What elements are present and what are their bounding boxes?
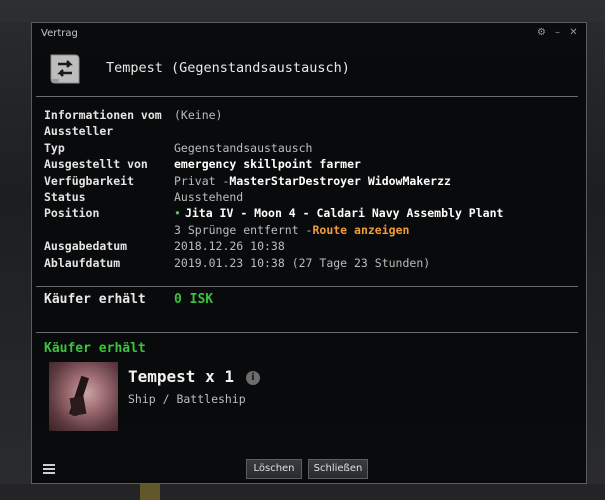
info-row: Informationen vom (Keine): [44, 107, 503, 123]
background-strip: [0, 0, 605, 22]
assignee-link[interactable]: MasterStarDestroyer WidowMakerzz: [229, 173, 451, 189]
contract-exchange-icon: [50, 54, 80, 84]
background-strip: [0, 484, 605, 500]
items-heading: Käufer erhält: [44, 341, 146, 356]
info-row: Ausgabedatum 2018.12.26 10:38: [44, 238, 503, 254]
divider: [36, 96, 578, 97]
delete-button[interactable]: Löschen: [246, 459, 302, 479]
info-row: Position • Jita IV - Moon 4 - Caldari Na…: [44, 205, 503, 221]
info-row: Ablaufdatum 2019.01.23 10:38 (27 Tage 23…: [44, 255, 503, 271]
info-value: Gegenstandsaustausch: [174, 140, 313, 155]
title-bar[interactable]: Vertrag ⚙ – ✕: [32, 23, 586, 45]
info-label: Ausgabedatum: [44, 239, 128, 254]
ship-thumbnail[interactable]: [49, 362, 118, 431]
availability-prefix: Privat -: [174, 173, 230, 188]
info-label: [44, 222, 174, 238]
menu-icon[interactable]: [43, 464, 55, 476]
info-row: Typ Gegenstandsaustausch: [44, 140, 503, 156]
info-label: Verfügbarkeit: [44, 173, 135, 188]
jumps-text: 3 Sprünge entfernt -: [174, 222, 313, 237]
ship-image-shape: [69, 395, 87, 417]
info-label: Aussteller: [44, 124, 114, 139]
background-strip: [140, 484, 160, 500]
info-value: 2018.12.26 10:38: [174, 239, 285, 254]
divider: [36, 332, 578, 333]
contract-info-table: Informationen vom (Keine) Aussteller Typ…: [44, 107, 503, 271]
info-label: Informationen vom: [44, 108, 162, 122]
info-value: Ausstehend: [174, 189, 244, 204]
info-label: Typ: [44, 140, 65, 155]
contract-title: Tempest (Gegenstandsaustausch): [106, 60, 350, 76]
info-icon[interactable]: i: [246, 371, 260, 385]
info-label: Position: [44, 206, 100, 221]
issuer-link[interactable]: emergency skillpoint farmer: [174, 156, 361, 172]
divider: [36, 286, 578, 287]
window-title: Vertrag: [41, 28, 78, 39]
info-row: 3 Sprünge entfernt - Route anzeigen: [44, 222, 503, 238]
security-status-dot-icon: •: [174, 206, 181, 221]
close-button[interactable]: Schließen: [308, 459, 368, 479]
show-route-link[interactable]: Route anzeigen: [312, 222, 409, 238]
settings-icon[interactable]: ⚙: [536, 27, 547, 38]
contract-window: Vertrag ⚙ – ✕ Tempest (Gegenstandsaustau…: [31, 22, 587, 484]
info-label: Ablaufdatum: [44, 255, 121, 270]
info-value: 2019.01.23 10:38 (27 Tage 23 Stunden): [174, 255, 431, 270]
item-type: Ship / Battleship: [128, 392, 246, 406]
info-row: Ausgestellt von emergency skillpoint far…: [44, 156, 503, 172]
close-icon[interactable]: ✕: [568, 27, 579, 38]
buyer-receives-label: Käufer erhält: [44, 292, 146, 307]
info-label: Ausgestellt von: [44, 157, 148, 172]
info-row: Verfügbarkeit Privat - MasterStarDestroy…: [44, 173, 503, 189]
location-link[interactable]: Jita IV - Moon 4 - Caldari Navy Assembly…: [185, 205, 504, 221]
minimize-icon[interactable]: –: [552, 27, 563, 38]
isk-amount: 0 ISK: [174, 292, 214, 307]
info-row: Status Ausstehend: [44, 189, 503, 205]
info-value: (Keine): [174, 108, 223, 122]
info-row: Aussteller: [44, 123, 503, 139]
item-name[interactable]: Tempest x 1: [128, 367, 234, 386]
info-label: Status: [44, 189, 86, 204]
